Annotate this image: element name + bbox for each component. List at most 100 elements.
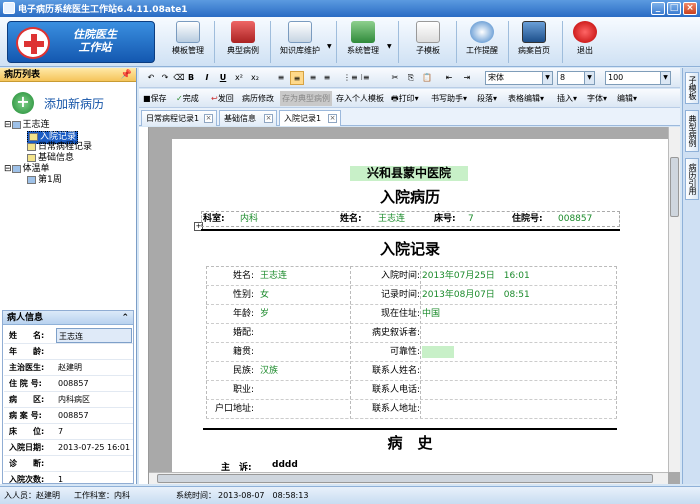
superscript-icon[interactable]: x²: [233, 71, 245, 85]
zoom-select[interactable]: 100 ▼: [605, 71, 671, 85]
scroll-thumb[interactable]: [670, 157, 679, 217]
add-record-button[interactable]: + 添加新病历: [4, 88, 134, 118]
knowledge-base-icon: [288, 21, 312, 43]
tree-node-temperature-chart[interactable]: ⊟ 体温单: [4, 164, 50, 175]
bold-icon[interactable]: B: [185, 71, 197, 85]
patient-row-admit-date: 入院日期: 2013-07-25 16:01: [4, 440, 133, 456]
template-manage-icon: [176, 21, 200, 43]
tree-node-patient[interactable]: ⊟ 王志连: [4, 120, 50, 131]
font-size-select[interactable]: 8 ▼: [557, 71, 595, 85]
undo-icon[interactable]: ↶: [145, 71, 157, 85]
tab-admission-record[interactable]: 入院记录1 ×: [279, 110, 341, 126]
tab-basic-info[interactable]: 基础信息 ×: [219, 110, 277, 126]
status-bar: 入人员：赵建明 工作科室：内科 系统时间： 2013-08-07 08:58:1…: [0, 486, 700, 504]
redo-icon[interactable]: ↷: [159, 71, 171, 85]
document-tabs: 日常病程记录1 × 基础信息 × 入院记录1 ×: [139, 108, 680, 126]
underline-icon[interactable]: U: [217, 71, 229, 85]
knowledge-dropdown-icon[interactable]: ▼: [327, 43, 332, 50]
knowledge-base-button[interactable]: 知识库维护: [276, 19, 324, 65]
horizontal-scrollbar[interactable]: [149, 472, 668, 484]
edit-button[interactable]: 编辑▾: [617, 91, 637, 106]
reminder-button[interactable]: 工作提醒: [462, 19, 502, 65]
typical-case-icon: [231, 21, 255, 43]
save-personal-template-button[interactable]: 存入个人模板: [336, 91, 384, 106]
close-tab-icon[interactable]: ×: [328, 114, 337, 123]
tree-node-basic-info[interactable]: 基础信息: [27, 153, 74, 164]
complaint-value[interactable]: dddd: [272, 460, 298, 470]
system-dropdown-icon[interactable]: ▼: [387, 43, 392, 50]
exit-button[interactable]: 退出: [568, 19, 602, 65]
font-button[interactable]: 字体▾: [587, 91, 607, 106]
insert-button[interactable]: 插入▾: [557, 91, 577, 106]
field-label: 联系人姓名:: [371, 366, 420, 376]
close-tab-icon[interactable]: ×: [204, 114, 213, 123]
add-icon: +: [12, 92, 34, 114]
pin-icon[interactable]: 📌: [121, 68, 132, 82]
reliability-field[interactable]: [422, 346, 454, 358]
record-home-button[interactable]: 病案首页: [512, 19, 556, 65]
minimize-button[interactable]: _: [651, 2, 665, 15]
field-label: 民族:: [232, 366, 254, 376]
system-manage-button[interactable]: 系统管理: [342, 19, 384, 65]
field-row: 婚配: 病史叙诉者:: [206, 324, 617, 343]
complete-button[interactable]: ✓完成: [176, 91, 199, 106]
patient-info-panel: 病人信息 ⌃ 姓 名: 王志连 年 龄: 主治医生: 赵建明 住 院 号: 008857…: [2, 310, 134, 484]
indent-icon[interactable]: ⇤: [443, 71, 455, 85]
tree-node-week1[interactable]: 第1周: [27, 175, 62, 186]
field-value[interactable]: 王志连: [260, 270, 287, 283]
patient-row-bed: 床 位: 7: [4, 424, 133, 440]
bullet-list-icon[interactable]: ⁝≡: [359, 71, 371, 85]
save-button[interactable]: ■保存: [143, 91, 167, 106]
field-value[interactable]: 汉族: [260, 365, 278, 378]
italic-icon[interactable]: I: [201, 71, 213, 85]
align-left-icon[interactable]: ≡: [275, 71, 287, 85]
ribbon: 住院医生 工作站 模板管理 典型病例 知识库维护 ▼ 系统管理 ▼ 子模板 工作提…: [0, 17, 700, 67]
field-value[interactable]: 中国: [422, 308, 440, 321]
field-row: 籍贯: 可靠性:: [206, 343, 617, 362]
field-label: 性别:: [232, 290, 254, 300]
collapse-icon[interactable]: ⌃: [121, 311, 129, 325]
font-select[interactable]: 宋体 ▼: [485, 71, 553, 85]
typical-case-button[interactable]: 典型病例: [220, 19, 266, 65]
dock-tab-typical-case[interactable]: 典型病例: [685, 110, 699, 152]
eraser-icon[interactable]: ⌫: [173, 71, 185, 85]
field-value[interactable]: 岁: [260, 308, 269, 321]
close-button[interactable]: ×: [683, 2, 697, 15]
dock-tab-sub-template[interactable]: 子模板: [685, 72, 699, 104]
exit-power-icon: [573, 21, 597, 43]
tab-daily-progress[interactable]: 日常病程记录1 ×: [141, 110, 217, 126]
numbered-list-icon[interactable]: ⋮≡: [343, 71, 358, 85]
save-typical-button[interactable]: 存为典型病例: [280, 91, 332, 106]
align-right-icon[interactable]: ≡: [307, 71, 319, 85]
subscript-icon[interactable]: x₂: [249, 71, 261, 85]
table-edit-button[interactable]: 表格编辑▾: [508, 91, 544, 106]
copy-icon[interactable]: ⎘: [405, 71, 417, 85]
field-value[interactable]: 女: [260, 289, 269, 302]
doctor-logo-icon: [16, 27, 50, 59]
field-value[interactable]: 2013年07月25日 16:01: [422, 270, 530, 283]
reminder-clock-icon: [470, 21, 494, 43]
printer-icon: 🖶: [391, 94, 399, 103]
paste-icon[interactable]: 📋: [421, 71, 433, 85]
field-value[interactable]: 2013年08月07日 08:51: [422, 289, 530, 302]
align-center-icon[interactable]: ≡: [290, 71, 304, 85]
writing-helper-button[interactable]: 书写助手▾: [431, 91, 467, 106]
cut-icon[interactable]: ✂: [389, 71, 401, 85]
modify-record-button[interactable]: 病历修改: [242, 91, 274, 106]
paragraph-button[interactable]: 段落▾: [477, 91, 497, 106]
scroll-thumb[interactable]: [157, 474, 653, 483]
document-title: 入院病历: [379, 188, 440, 206]
sub-template-icon: [416, 21, 440, 43]
sub-template-button[interactable]: 子模板: [408, 19, 448, 65]
vertical-scrollbar[interactable]: [668, 127, 680, 472]
dock-tab-record-quote[interactable]: 病历引用: [685, 158, 699, 200]
print-button[interactable]: 🖶打印▾: [391, 91, 419, 106]
outdent-icon[interactable]: ⇥: [461, 71, 473, 85]
close-tab-icon[interactable]: ×: [264, 114, 273, 123]
maximize-button[interactable]: □: [667, 2, 681, 15]
return-button[interactable]: ↩发回: [211, 91, 234, 106]
tree-node-daily-progress[interactable]: 日常病程记录: [27, 142, 92, 153]
justify-icon[interactable]: ≡: [321, 71, 333, 85]
template-manage-button[interactable]: 模板管理: [168, 19, 208, 65]
field-row: 户口地址: 联系人地址:: [206, 400, 617, 419]
